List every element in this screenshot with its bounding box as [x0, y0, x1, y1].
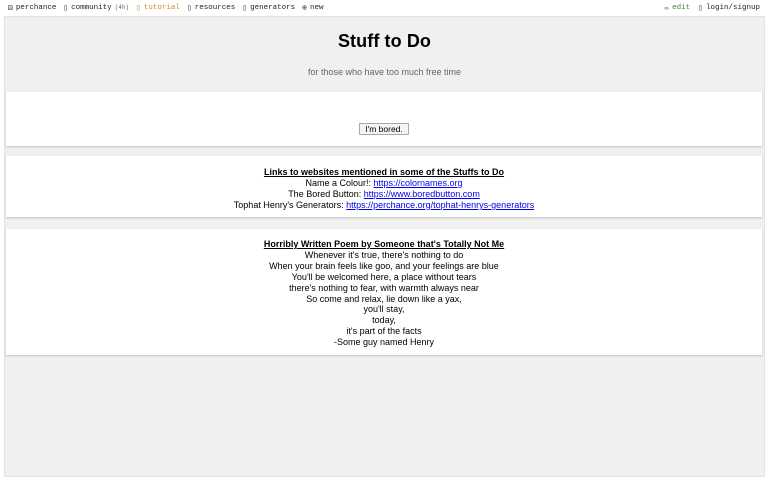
poem-line: there's nothing to fear, with warmth alw…	[289, 282, 479, 293]
link-row: The Bored Button: https://www.boredbutto…	[6, 189, 762, 200]
nav-perchance[interactable]: ⚄ perchance	[8, 3, 56, 13]
page-title: Stuff to Do	[337, 31, 432, 51]
nav-resources-label: resources	[194, 3, 236, 12]
poem-line: So come and relax, lie down like a yax,	[306, 293, 462, 304]
nav-tutorial[interactable]: ▯ tutorial	[136, 3, 180, 13]
colornames-link[interactable]: https://colornames.org	[374, 178, 463, 188]
im-bored-button[interactable]: I'm bored.	[359, 123, 409, 135]
resources-icon: ▯	[186, 3, 192, 13]
new-icon: ⊕	[302, 3, 307, 13]
poem-line: Whenever it's true, there's nothing to d…	[304, 249, 464, 260]
boredbutton-link[interactable]: https://www.boredbutton.com	[364, 189, 480, 199]
nav-tutorial-label: tutorial	[143, 3, 180, 12]
community-icon: ▯	[63, 3, 69, 13]
nav-login-label: login/signup	[705, 3, 760, 12]
page-header: Stuff to Do for those who have too much …	[5, 17, 764, 77]
nav-community[interactable]: ▯ community (4h)	[63, 3, 129, 13]
link-row: Name a Colour!: https://colornames.org	[6, 178, 762, 189]
nav-edit-label: edit	[672, 3, 691, 12]
bored-card: I'm bored.	[6, 92, 762, 146]
nav-new-label: new	[309, 3, 324, 12]
edit-icon: ✏	[664, 3, 670, 13]
nav-community-label: community	[71, 3, 112, 12]
poem-signature: -Some guy named Henry	[333, 337, 435, 348]
nav-edit[interactable]: ✏ edit	[664, 3, 690, 13]
nav-right-group: ✏ edit ▯ login/signup	[656, 3, 768, 13]
nav-perchance-label: perchance	[15, 3, 57, 12]
poem-line: You'll be welcomed here, a place without…	[291, 271, 477, 282]
tophat-henrys-generators-link[interactable]: https://perchance.org/tophat-henrys-gene…	[346, 200, 534, 210]
poem-line: you'll stay,	[363, 304, 405, 315]
dice-icon: ⚄	[8, 3, 13, 13]
poem-line: today,	[372, 315, 396, 326]
links-card-title: Links to websites mentioned in some of t…	[263, 167, 505, 177]
nav-new[interactable]: ⊕ new	[302, 3, 323, 13]
poem-card-title: Horribly Written Poem by Someone that's …	[263, 239, 505, 249]
nav-generators[interactable]: ▯ generators	[242, 3, 295, 13]
link-label: Tophat Henry's Generators:	[233, 200, 344, 210]
nav-community-count: (4h)	[114, 4, 130, 11]
link-row: Tophat Henry's Generators: https://perch…	[6, 200, 762, 211]
poem-line: it's part of the facts	[346, 326, 422, 337]
generators-icon: ▯	[242, 3, 248, 13]
page-subtitle: for those who have too much free time	[307, 67, 462, 77]
generator-output-area: Stuff to Do for those who have too much …	[4, 16, 765, 477]
tutorial-icon: ▯	[136, 3, 141, 13]
link-label: The Bored Button:	[288, 189, 362, 199]
top-navigation-bar: ⚄ perchance ▯ community (4h) ▯ tutorial …	[0, 0, 768, 15]
login-icon: ▯	[698, 3, 703, 13]
poem-card: Horribly Written Poem by Someone that's …	[6, 229, 762, 355]
nav-resources[interactable]: ▯ resources	[187, 3, 235, 13]
nav-left-group: ⚄ perchance ▯ community (4h) ▯ tutorial …	[0, 3, 330, 13]
nav-generators-label: generators	[250, 3, 296, 12]
poem-line: When your brain feels like goo, and your…	[269, 260, 499, 271]
links-card: Links to websites mentioned in some of t…	[6, 156, 762, 217]
nav-login[interactable]: ▯ login/signup	[698, 3, 760, 13]
link-label: Name a Colour!:	[305, 178, 371, 188]
